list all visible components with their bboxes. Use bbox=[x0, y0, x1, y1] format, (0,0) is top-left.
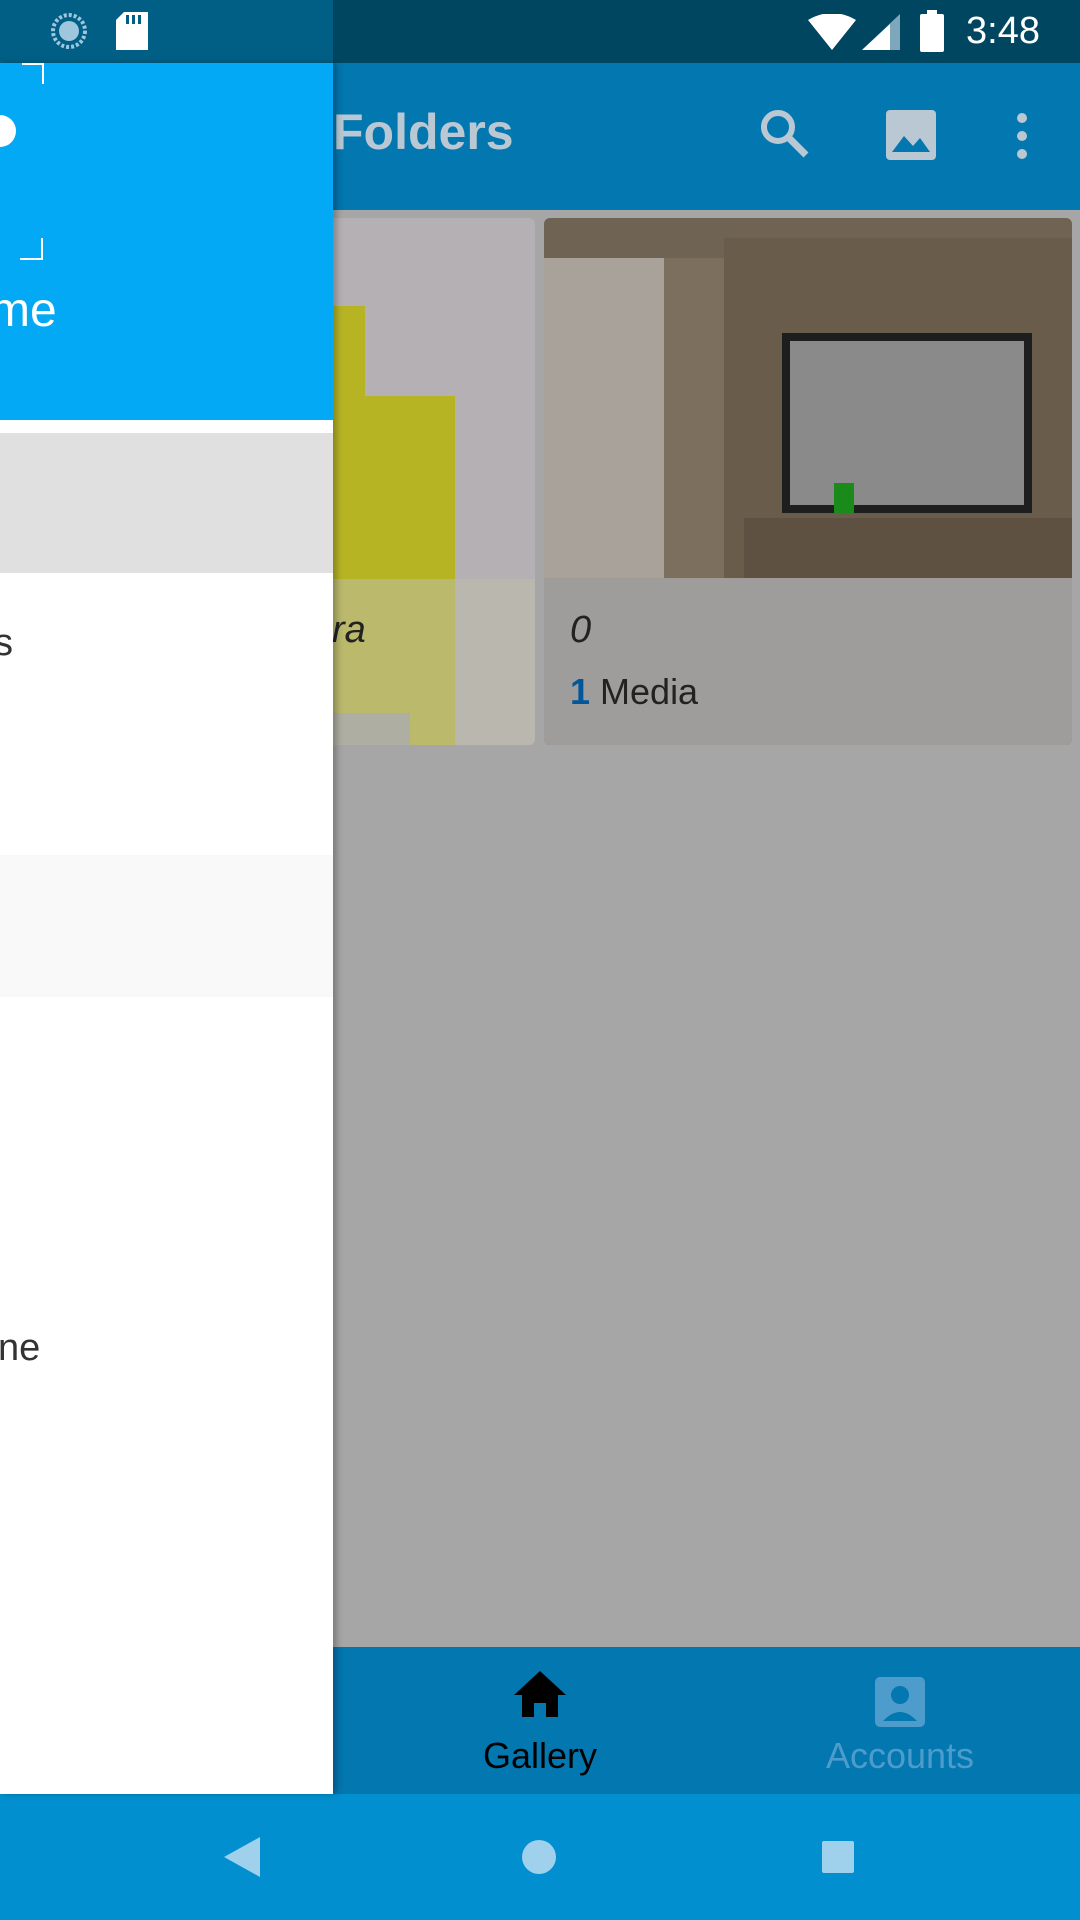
folder-card[interactable]: 0 1 Media bbox=[544, 218, 1072, 745]
drawer-item-selected[interactable] bbox=[0, 433, 333, 573]
navigation-drawer: me s ne bbox=[0, 63, 333, 1794]
media-count-number: 1 bbox=[570, 671, 591, 712]
drawer-header: me bbox=[0, 63, 333, 420]
sync-icon bbox=[51, 13, 87, 49]
home-icon bbox=[514, 1671, 566, 1717]
back-icon[interactable] bbox=[224, 1837, 260, 1877]
folder-media-count: 1 Media bbox=[570, 671, 698, 713]
nav-label-gallery: Gallery bbox=[482, 1735, 598, 1776]
corner-mark-icon bbox=[20, 238, 43, 260]
nav-label-accounts: Accounts bbox=[825, 1735, 975, 1776]
search-icon[interactable] bbox=[758, 107, 810, 159]
status-time: 3:48 bbox=[966, 10, 1040, 52]
corner-mark-icon bbox=[22, 63, 44, 84]
system-navigation-bar bbox=[0, 1794, 1080, 1920]
drawer-item-label[interactable]: ne bbox=[0, 1327, 40, 1370]
more-vert-icon[interactable] bbox=[1012, 112, 1032, 160]
wifi-icon bbox=[808, 14, 856, 50]
drawer-item-label[interactable]: s bbox=[0, 622, 13, 665]
folder-name: ra bbox=[332, 609, 366, 651]
drawer-item[interactable] bbox=[0, 855, 333, 997]
media-count-label: Media bbox=[600, 671, 699, 712]
nav-item-gallery[interactable]: Gallery bbox=[390, 1647, 690, 1794]
avatar bbox=[0, 115, 16, 147]
drawer-header-text: me bbox=[0, 284, 57, 337]
signal-icon bbox=[862, 14, 900, 50]
sd-card-icon bbox=[116, 12, 148, 50]
home-circle-icon[interactable] bbox=[521, 1839, 557, 1875]
folder-info: 0 1 Media bbox=[544, 579, 1072, 745]
page-title: Folders bbox=[333, 104, 514, 160]
image-icon[interactable] bbox=[886, 110, 936, 160]
folder-name: 0 bbox=[570, 609, 592, 651]
status-bar: 3:48 bbox=[0, 0, 1080, 63]
battery-icon bbox=[920, 10, 944, 52]
nav-item-accounts[interactable]: Accounts bbox=[750, 1647, 1050, 1794]
recents-icon[interactable] bbox=[822, 1841, 854, 1873]
account-icon bbox=[875, 1677, 925, 1727]
